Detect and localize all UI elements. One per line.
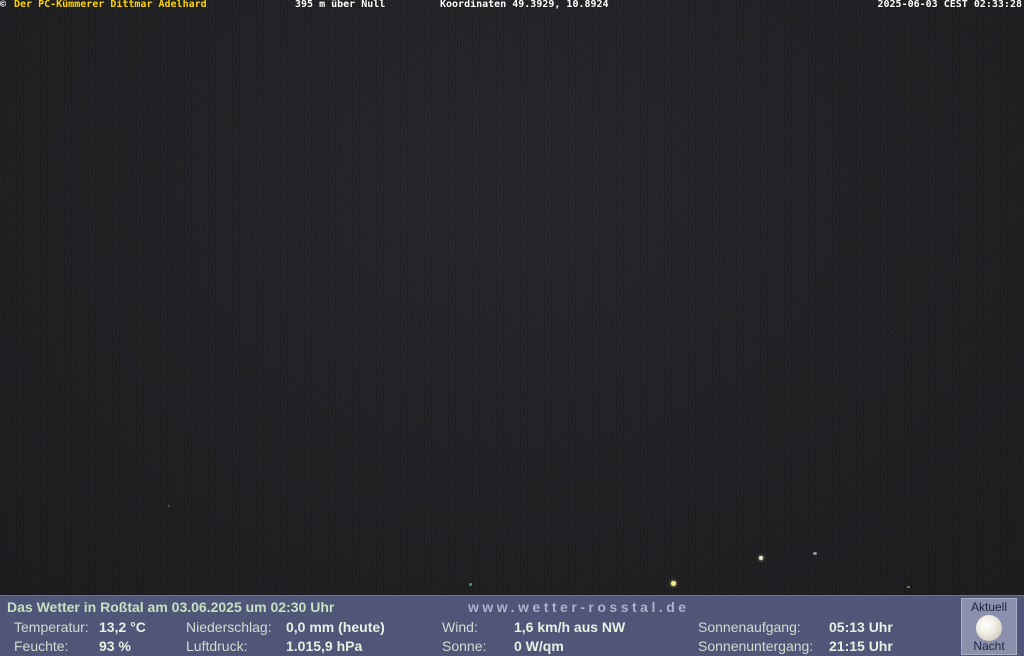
altitude-text: 395 m über Null xyxy=(295,0,386,10)
weather-title: Das Wetter in Roßtal am 03.06.2025 um 02… xyxy=(7,599,335,615)
wind-value: 1,6 km/h aus NW xyxy=(514,619,626,635)
precipitation-label: Niederschlag: xyxy=(186,619,272,635)
coordinates-text: Koordinaten 49.3929, 10.8924 xyxy=(440,0,609,10)
sun-label: Sonne: xyxy=(442,638,487,654)
sun-value: 0 W/qm xyxy=(514,638,564,654)
caption-bar: © Der PC-Kümmerer Dittmar Adelhard 395 m… xyxy=(0,0,1024,11)
wind-label: Wind: xyxy=(442,619,478,635)
humidity-value: 93 % xyxy=(99,638,131,654)
moon-phase-top-label: Aktuell xyxy=(970,600,1008,614)
light-point xyxy=(671,581,676,586)
sunset-label: Sonnenuntergang: xyxy=(698,638,814,654)
temperature-label: Temperatur: xyxy=(14,619,89,635)
precipitation-value: 0,0 mm (heute) xyxy=(286,619,385,635)
owner-name: Der PC-Kümmerer Dittmar Adelhard xyxy=(14,0,207,10)
pressure-label: Luftdruck: xyxy=(186,638,248,654)
humidity-label: Feuchte: xyxy=(14,638,69,654)
light-point xyxy=(759,556,763,560)
weather-bar: Das Wetter in Roßtal am 03.06.2025 um 02… xyxy=(0,595,1024,656)
website-link[interactable]: www.wetter-rosstal.de xyxy=(468,599,690,615)
moon-phase-bottom-label: Nacht xyxy=(973,639,1005,653)
timestamp-text: 2025-06-03 CEST 02:33:28 xyxy=(877,0,1023,10)
light-point xyxy=(469,583,472,586)
sunset-value: 21:15 Uhr xyxy=(829,638,893,654)
sunrise-label: Sonnenaufgang: xyxy=(698,619,801,635)
copyright-symbol: © xyxy=(0,0,7,10)
webcam-image-overlay xyxy=(0,0,1024,595)
light-point xyxy=(813,552,817,555)
webcam-view: © Der PC-Kümmerer Dittmar Adelhard 395 m… xyxy=(0,0,1024,656)
pressure-value: 1.015,9 hPa xyxy=(286,638,363,654)
temperature-value: 13,2 °C xyxy=(99,619,146,635)
moon-phase-box: Aktuell Nacht xyxy=(961,598,1017,655)
light-point xyxy=(168,505,170,507)
moon-icon xyxy=(976,615,1002,641)
light-point xyxy=(907,586,910,588)
sunrise-value: 05:13 Uhr xyxy=(829,619,893,635)
